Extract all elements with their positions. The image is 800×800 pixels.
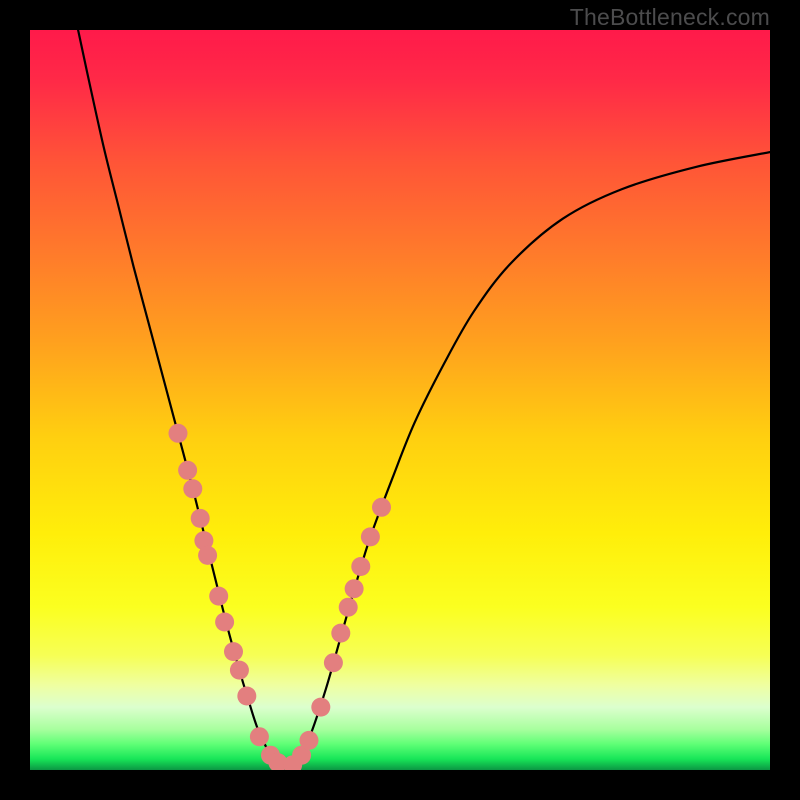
- scatter-point: [339, 598, 358, 617]
- scatter-point: [178, 461, 197, 480]
- watermark-text: TheBottleneck.com: [570, 4, 770, 31]
- scatter-point: [198, 546, 217, 565]
- scatter-point: [311, 698, 330, 717]
- scatter-point: [331, 624, 350, 643]
- chart-container: TheBottleneck.com: [0, 0, 800, 800]
- scatter-point: [191, 509, 210, 528]
- chart-svg: [30, 30, 770, 770]
- scatter-point: [324, 653, 343, 672]
- scatter-point: [299, 731, 318, 750]
- scatter-point: [215, 613, 234, 632]
- plot-area: [30, 30, 770, 770]
- scatter-point: [351, 557, 370, 576]
- scatter-point: [237, 687, 256, 706]
- scatter-point: [345, 579, 364, 598]
- scatter-point: [361, 527, 380, 546]
- scatter-point: [169, 424, 188, 443]
- scatter-point: [372, 498, 391, 517]
- scatter-point: [224, 642, 243, 661]
- scatter-point: [250, 727, 269, 746]
- gradient-background: [30, 30, 770, 770]
- scatter-point: [183, 479, 202, 498]
- scatter-point: [209, 587, 228, 606]
- scatter-point: [230, 661, 249, 680]
